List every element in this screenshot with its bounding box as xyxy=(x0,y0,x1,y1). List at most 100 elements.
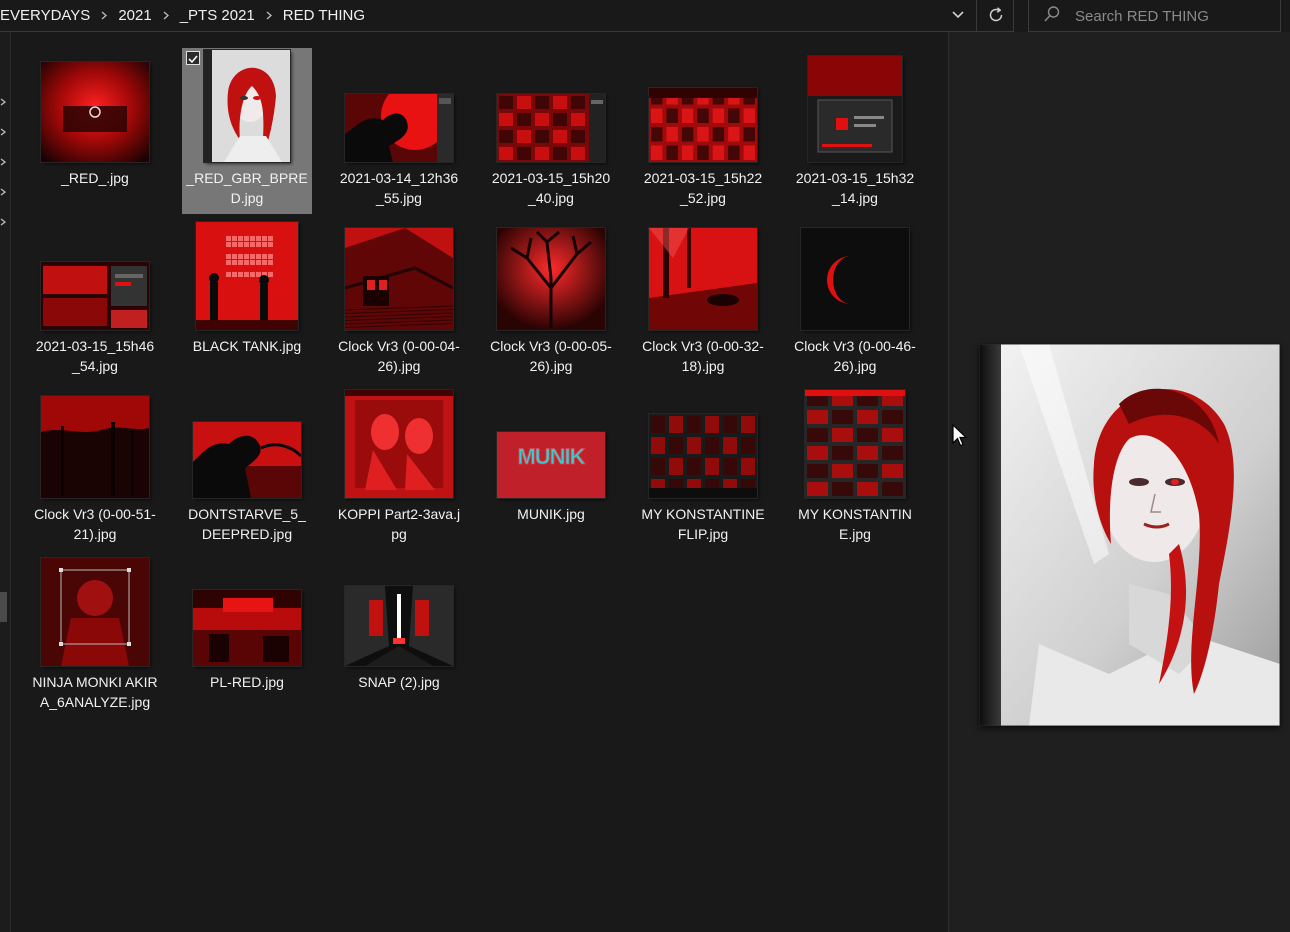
file-item[interactable]: 2021-03-15_15h20_40.jpg xyxy=(486,48,616,214)
chevron-right-icon[interactable] xyxy=(0,218,6,226)
thumbnail-container xyxy=(182,48,312,168)
item-checkbox[interactable] xyxy=(186,51,200,65)
file-thumbnail[interactable] xyxy=(808,56,902,162)
file-thumbnail[interactable]: MUNIK xyxy=(497,432,605,498)
file-name: MY KONSTANTINE.jpg xyxy=(798,506,912,542)
history-dropdown-button[interactable] xyxy=(940,0,976,30)
chevron-right-icon[interactable] xyxy=(0,158,6,166)
thumbnail-container xyxy=(790,48,920,168)
preview-pane xyxy=(949,32,1290,932)
file-item[interactable]: 2021-03-15_15h32_14.jpg xyxy=(790,48,920,214)
file-item[interactable]: Clock Vr3 (0-00-46-26).jpg xyxy=(790,216,920,382)
file-name: 2021-03-14_12h36_55.jpg xyxy=(339,170,459,206)
refresh-button[interactable] xyxy=(978,0,1014,30)
thumbnail-container xyxy=(182,384,312,504)
file-thumbnail[interactable] xyxy=(649,414,757,498)
chevron-right-icon[interactable] xyxy=(0,98,6,106)
file-thumbnail[interactable] xyxy=(204,50,290,162)
file-thumbnail[interactable] xyxy=(801,228,909,330)
file-thumbnail[interactable] xyxy=(193,422,301,498)
file-thumbnail[interactable] xyxy=(41,262,149,330)
breadcrumb-separator-icon[interactable] xyxy=(259,11,279,20)
file-thumbnail[interactable] xyxy=(345,94,453,162)
file-thumbnail[interactable] xyxy=(41,396,149,498)
breadcrumb-item[interactable]: 2021 xyxy=(114,7,155,24)
file-item[interactable]: Clock Vr3 (0-00-51-21).jpg xyxy=(30,384,160,550)
thumbnail-container xyxy=(30,552,160,672)
file-item[interactable]: 2021-03-15_15h22_52.jpg xyxy=(638,48,768,214)
file-item[interactable]: Clock Vr3 (0-00-32-18).jpg xyxy=(638,216,768,382)
file-name: NINJA MONKI AKIRA_6ANALYZE.jpg xyxy=(32,674,158,710)
breadcrumb-item[interactable]: EVERYDAYS xyxy=(0,7,94,24)
search-box[interactable] xyxy=(1028,0,1281,32)
file-thumbnail[interactable] xyxy=(345,228,453,330)
file-item[interactable]: Clock Vr3 (0-00-05-26).jpg xyxy=(486,216,616,382)
file-name: Clock Vr3 (0-00-46-26).jpg xyxy=(794,338,916,374)
file-item[interactable]: KOPPI Part2-3ava.jpg xyxy=(334,384,464,550)
file-thumbnail[interactable] xyxy=(41,62,149,162)
preview-image xyxy=(978,343,1281,727)
file-thumbnail[interactable] xyxy=(805,390,905,498)
chevron-right-icon[interactable] xyxy=(0,188,6,196)
file-name: Clock Vr3 (0-00-32-18).jpg xyxy=(642,338,764,374)
thumbnail-container: MUNIK xyxy=(486,384,616,504)
file-name: 2021-03-15_15h46_54.jpg xyxy=(35,338,155,374)
file-item[interactable]: PL-RED.jpg xyxy=(182,552,312,718)
file-item[interactable]: MY KONSTANTINE FLIP.jpg xyxy=(638,384,768,550)
file-item[interactable]: _RED_.jpg xyxy=(30,48,160,214)
breadcrumb-separator-icon[interactable] xyxy=(156,11,176,20)
file-item[interactable]: 2021-03-14_12h36_55.jpg xyxy=(334,48,464,214)
file-name: MY KONSTANTINE FLIP.jpg xyxy=(641,506,765,542)
thumbnail-container xyxy=(334,384,464,504)
file-name: Clock Vr3 (0-00-04-26).jpg xyxy=(338,338,460,374)
thumbnail-container xyxy=(30,48,160,168)
file-name: 2021-03-15_15h20_40.jpg xyxy=(491,170,611,206)
file-thumbnail[interactable] xyxy=(649,228,757,330)
nav-scrollbar-thumb[interactable] xyxy=(0,592,7,622)
file-thumbnail[interactable] xyxy=(497,228,605,330)
thumbnail-container xyxy=(182,552,312,672)
file-thumbnail[interactable] xyxy=(193,590,301,666)
mouse-cursor-icon xyxy=(952,424,968,447)
file-item[interactable]: 2021-03-15_15h46_54.jpg xyxy=(30,216,160,382)
file-name: Clock Vr3 (0-00-05-26).jpg xyxy=(490,338,612,374)
file-thumbnail[interactable] xyxy=(345,586,453,666)
checkmark-icon xyxy=(188,55,198,64)
chevron-right-icon[interactable] xyxy=(0,128,6,136)
thumbnail-container xyxy=(486,216,616,336)
file-item[interactable]: NINJA MONKI AKIRA_6ANALYZE.jpg xyxy=(30,552,160,718)
file-thumbnail[interactable] xyxy=(196,222,298,330)
file-item[interactable]: _RED_GBR_BPRED.jpg xyxy=(182,48,312,214)
file-thumbnail[interactable] xyxy=(41,558,149,666)
breadcrumb-item[interactable]: _PTS 2021 xyxy=(176,7,259,24)
thumbnail-container xyxy=(638,384,768,504)
file-item[interactable]: MY KONSTANTINE.jpg xyxy=(790,384,920,550)
address-bar[interactable]: EVERYDAYS 2021 _PTS 2021 RED THING xyxy=(0,0,1014,32)
file-name: _RED_GBR_BPRED.jpg xyxy=(186,170,308,206)
file-item[interactable]: MUNIK MUNIK.jpg xyxy=(486,384,616,550)
file-thumbnail[interactable] xyxy=(345,390,453,498)
thumbnail-container xyxy=(334,552,464,672)
file-thumbnail[interactable] xyxy=(649,88,757,162)
breadcrumb: EVERYDAYS 2021 _PTS 2021 RED THING xyxy=(0,0,369,30)
breadcrumb-separator-icon[interactable] xyxy=(94,11,114,20)
file-name: Clock Vr3 (0-00-51-21).jpg xyxy=(34,506,156,542)
file-item[interactable]: BLACK TANK.jpg xyxy=(182,216,312,382)
file-item[interactable]: DONTSTARVE_5_DEEPRED.jpg xyxy=(182,384,312,550)
file-thumbnail[interactable] xyxy=(497,94,605,162)
file-name: SNAP (2).jpg xyxy=(358,674,440,690)
file-name: BLACK TANK.jpg xyxy=(192,338,302,354)
search-input[interactable] xyxy=(1073,4,1277,28)
file-name: _RED_.jpg xyxy=(61,170,129,186)
thumbnail-container xyxy=(182,216,312,336)
chevron-down-icon xyxy=(952,11,964,19)
file-grid[interactable]: _RED_.jpg _RED_GBR_BPRED.jpg 2021-03-14_12… xyxy=(10,32,948,932)
file-item[interactable]: Clock Vr3 (0-00-04-26).jpg xyxy=(334,216,464,382)
thumbnail-container xyxy=(638,48,768,168)
thumbnail-container xyxy=(30,384,160,504)
thumbnail-container xyxy=(30,216,160,336)
file-item[interactable]: SNAP (2).jpg xyxy=(334,552,464,718)
breadcrumb-item[interactable]: RED THING xyxy=(279,7,369,24)
search-icon xyxy=(1044,6,1060,22)
munik-logo-text: MUNIK xyxy=(517,444,585,469)
